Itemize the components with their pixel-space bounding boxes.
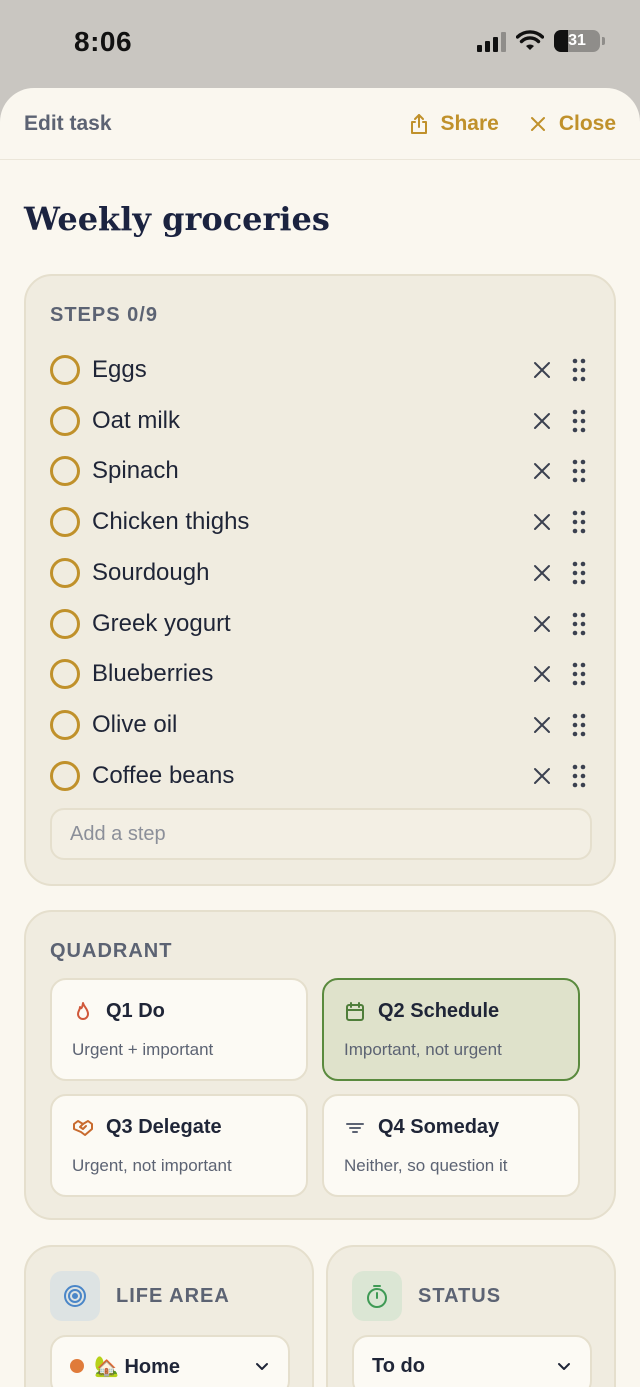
delete-step-icon[interactable] [530, 612, 554, 636]
step-text[interactable]: Sourdough [92, 559, 209, 587]
close-button[interactable]: Close [527, 112, 616, 136]
calendar-icon [346, 1001, 364, 1021]
delete-step-icon[interactable] [530, 662, 554, 686]
step-checkbox[interactable] [50, 557, 80, 588]
life-area-label: LIFE AREA [116, 1285, 230, 1307]
drag-handle-icon[interactable] [572, 712, 586, 738]
step-row: Coffee beans [50, 756, 594, 796]
drag-handle-icon[interactable] [572, 408, 586, 434]
step-text[interactable]: Eggs [92, 356, 147, 384]
quadrant-title: Q2 Schedule [378, 1000, 500, 1022]
step-text[interactable]: Chicken thighs [92, 508, 249, 536]
step-row: Sourdough [50, 553, 594, 593]
delete-step-icon[interactable] [530, 358, 554, 382]
quadrant-subtitle: Neither, so question it [344, 1156, 508, 1175]
share-icon [411, 113, 428, 134]
target-icon [64, 1285, 86, 1307]
step-checkbox[interactable] [50, 507, 80, 538]
sheet-title: Edit task [24, 111, 112, 135]
status-label: STATUS [418, 1285, 502, 1307]
life-area-color-dot [70, 1359, 84, 1373]
battery-level: 31 [568, 32, 586, 49]
quadrant-title: Q3 Delegate [106, 1116, 222, 1138]
step-text[interactable]: Coffee beans [92, 762, 234, 790]
chevron-down-icon [558, 1363, 570, 1370]
steps-label: STEPS 0/9 [50, 304, 158, 326]
step-row: Spinach [50, 451, 594, 491]
step-text[interactable]: Olive oil [92, 711, 177, 739]
chevron-down-icon [256, 1363, 268, 1370]
step-text[interactable]: Blueberries [92, 660, 213, 688]
step-row: Oat milk [50, 401, 594, 441]
step-checkbox[interactable] [50, 709, 80, 740]
step-checkbox[interactable] [50, 405, 80, 436]
drag-handle-icon[interactable] [572, 458, 586, 484]
close-label: Close [558, 111, 616, 135]
step-row: Greek yogurt [50, 604, 594, 644]
status-card: STATUS To do [326, 1245, 616, 1387]
drag-handle-icon[interactable] [572, 661, 586, 687]
quadrant-subtitle: Urgent + important [72, 1040, 214, 1059]
status-value: To do [372, 1354, 425, 1377]
delete-step-icon[interactable] [530, 764, 554, 788]
cellular-signal-icon [477, 30, 506, 52]
steps-card: STEPS 0/9 Eggs Oat milk Spinach Chicken thi… [24, 274, 616, 886]
life-area-icon-box [50, 1271, 100, 1321]
sheet-header: Edit task Share Close [0, 88, 640, 160]
battery-icon: 31 [554, 30, 605, 52]
quadrant-option-q4[interactable]: Q4 Someday Neither, so question it [322, 1094, 580, 1197]
drag-handle-icon[interactable] [572, 611, 586, 637]
share-button[interactable]: Share [408, 111, 499, 136]
step-checkbox[interactable] [50, 760, 80, 791]
timer-icon [367, 1285, 387, 1308]
step-text[interactable]: Oat milk [92, 407, 180, 435]
share-label: Share [440, 111, 499, 135]
drag-handle-icon[interactable] [572, 357, 586, 383]
delete-step-icon[interactable] [530, 510, 554, 534]
step-row: Eggs [50, 350, 594, 390]
add-step-input[interactable] [50, 808, 592, 860]
drag-handle-icon[interactable] [572, 560, 586, 586]
drag-handle-icon[interactable] [572, 763, 586, 789]
step-checkbox[interactable] [50, 456, 80, 487]
status-icon-box [352, 1271, 402, 1321]
delete-step-icon[interactable] [530, 713, 554, 737]
step-checkbox[interactable] [50, 659, 80, 690]
step-text[interactable]: Spinach [92, 457, 179, 485]
wifi-icon [516, 30, 544, 50]
close-icon [530, 116, 545, 131]
handshake-icon [73, 1119, 93, 1136]
life-area-value: 🏡 Home [94, 1355, 181, 1378]
task-title[interactable]: Weekly groceries [24, 200, 330, 238]
delete-step-icon[interactable] [530, 561, 554, 585]
delete-step-icon[interactable] [530, 459, 554, 483]
quadrant-subtitle: Urgent, not important [72, 1156, 232, 1175]
quadrant-card: QUADRANT Q1 Do Urgent + important Q2 Sch… [24, 910, 616, 1220]
step-row: Chicken thighs [50, 502, 594, 542]
quadrant-title: Q1 Do [106, 1000, 165, 1022]
status-icons: 31 [477, 30, 605, 52]
life-area-card: LIFE AREA 🏡 Home [24, 1245, 314, 1387]
header-actions: Share Close [408, 112, 616, 136]
status-select[interactable]: To do [352, 1335, 592, 1387]
quadrant-option-q1[interactable]: Q1 Do Urgent + important [50, 978, 308, 1081]
quadrant-label: QUADRANT [50, 940, 173, 962]
step-checkbox[interactable] [50, 608, 80, 639]
step-row: Olive oil [50, 705, 594, 745]
delete-step-icon[interactable] [530, 409, 554, 433]
drag-handle-icon[interactable] [572, 509, 586, 535]
status-bar: 8:06 31 [0, 0, 640, 88]
flame-icon [77, 1001, 89, 1020]
quadrant-title: Q4 Someday [378, 1116, 500, 1138]
status-time: 8:06 [74, 26, 133, 57]
step-row: Blueberries [50, 654, 594, 694]
life-area-select[interactable]: 🏡 Home [50, 1335, 290, 1387]
filter-lines-icon [346, 1122, 364, 1133]
step-checkbox[interactable] [50, 355, 80, 385]
step-text[interactable]: Greek yogurt [92, 610, 231, 638]
quadrant-subtitle: Important, not urgent [344, 1040, 502, 1059]
quadrant-option-q3[interactable]: Q3 Delegate Urgent, not important [50, 1094, 308, 1197]
quadrant-option-q2[interactable]: Q2 Schedule Important, not urgent [322, 978, 580, 1081]
